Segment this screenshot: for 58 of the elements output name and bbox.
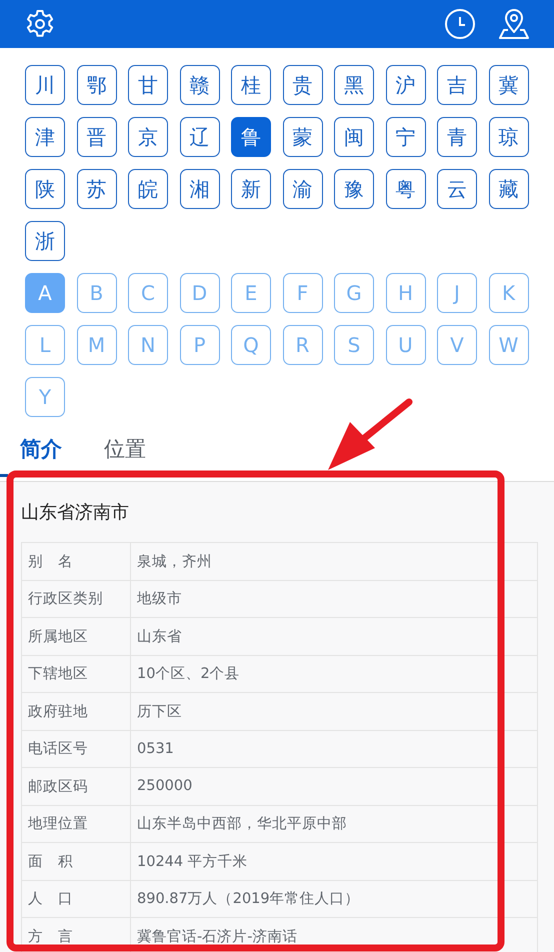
card-title: 山东省济南市	[21, 501, 129, 524]
field-label: 下辖地区	[22, 655, 130, 692]
province-key[interactable]: 苏	[76, 169, 116, 209]
field-value: 泉城，齐州	[130, 542, 538, 580]
province-key[interactable]: 京	[128, 117, 168, 157]
province-key[interactable]: 宁	[386, 117, 426, 157]
province-key[interactable]: 粤	[386, 169, 426, 209]
field-label: 地理位置	[22, 805, 130, 842]
province-key[interactable]: 湘	[180, 169, 220, 209]
field-value: 0531	[130, 730, 538, 768]
field-value: 山东半岛中西部，华北平原中部	[130, 805, 538, 842]
clock-icon[interactable]	[444, 8, 476, 40]
province-key[interactable]: 吉	[437, 65, 477, 105]
province-key[interactable]: 川	[25, 65, 65, 105]
province-key[interactable]: 陕	[25, 169, 65, 209]
province-key[interactable]: 渝	[282, 169, 322, 209]
province-key[interactable]: 赣	[180, 65, 220, 105]
field-label: 政府驻地	[22, 692, 130, 730]
field-label: 人 口	[22, 880, 130, 918]
settings-icon[interactable]	[24, 8, 56, 40]
province-key[interactable]: 蒙	[282, 117, 322, 157]
field-label: 方 言	[22, 918, 130, 952]
province-key[interactable]: 云	[437, 169, 477, 209]
field-value: 历下区	[130, 692, 538, 730]
province-key[interactable]: 贵	[282, 65, 322, 105]
province-key[interactable]: 豫	[334, 169, 374, 209]
province-key[interactable]: 浙	[25, 221, 65, 261]
province-key[interactable]: 黑	[334, 65, 374, 105]
province-key[interactable]: 新	[231, 169, 271, 209]
field-value: 250000	[130, 768, 538, 805]
province-key[interactable]: 津	[25, 117, 65, 157]
field-value: 山东省	[130, 618, 538, 655]
field-label: 所属地区	[22, 618, 130, 655]
province-key[interactable]: 辽	[180, 117, 220, 157]
field-label: 邮政区码	[22, 768, 130, 805]
province-key[interactable]: 青	[437, 117, 477, 157]
province-key[interactable]: 鄂	[76, 65, 116, 105]
province-key[interactable]: 冀	[488, 65, 528, 105]
tab[interactable]: 简介	[20, 435, 62, 463]
province-key[interactable]: 沪	[386, 65, 426, 105]
tab[interactable]: 位置	[104, 435, 146, 463]
field-label: 别 名	[22, 542, 130, 580]
province-key[interactable]: 晋	[76, 117, 116, 157]
field-label: 行政区类别	[22, 580, 130, 618]
province-key[interactable]: 鲁	[231, 117, 271, 157]
province-key[interactable]: 桂	[231, 65, 271, 105]
province-key[interactable]: 甘	[128, 65, 168, 105]
field-value: 10244 平方千米	[130, 842, 538, 880]
map-pin-icon[interactable]	[498, 8, 530, 40]
province-key[interactable]: 藏	[488, 169, 528, 209]
field-label: 面 积	[22, 842, 130, 880]
province-key[interactable]: 琼	[488, 117, 528, 157]
province-key[interactable]: 皖	[128, 169, 168, 209]
province-key[interactable]: 闽	[334, 117, 374, 157]
field-value: 10个区、2个县	[130, 655, 538, 692]
field-label: 电话区号	[22, 730, 130, 768]
field-value: 890.87万人（2019年常住人口）	[130, 880, 538, 918]
field-value: 地级市	[130, 580, 538, 618]
